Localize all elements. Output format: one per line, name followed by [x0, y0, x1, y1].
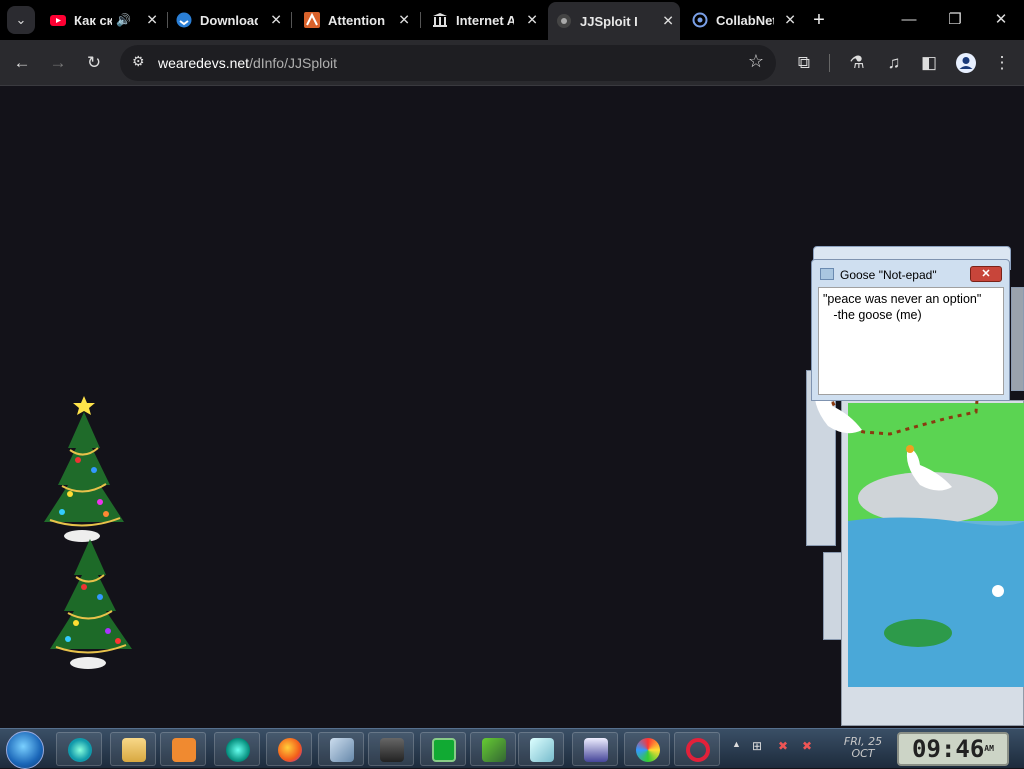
- media-control-icon[interactable]: ♫: [880, 49, 908, 77]
- youtube-icon: [50, 15, 66, 26]
- url-domain: wearedevs.net: [158, 55, 250, 71]
- taskbar-arrow-app-button[interactable]: [470, 732, 516, 766]
- address-bar[interactable]: ⚙ wearedevs.net/dInfo/JJSploit ☆: [120, 45, 776, 81]
- taskbar-opera-button[interactable]: [674, 732, 720, 766]
- taskbar-film-button[interactable]: [368, 732, 414, 766]
- attention-site-icon: [304, 12, 320, 28]
- tab-3-label: Attention: [328, 12, 386, 28]
- tab-5-close-icon[interactable]: ✕: [662, 13, 674, 30]
- scanner-icon: [584, 738, 608, 762]
- tab-separator: [291, 12, 292, 28]
- url-path: /dInfo/JJSploit: [249, 55, 337, 71]
- page-content: Goose "Not-epad" ✕ "peace was never an o…: [0, 87, 1024, 728]
- taskbar-paint-button[interactable]: [624, 732, 670, 766]
- tab-5-active[interactable]: JJSploit In ✕: [548, 2, 680, 40]
- audio-playing-icon[interactable]: 🔊: [116, 13, 131, 27]
- arrow-app-icon: [482, 738, 506, 762]
- menu-kebab-icon[interactable]: ⋮: [988, 49, 1016, 77]
- minimize-button[interactable]: —: [886, 0, 932, 40]
- start-orb-button[interactable]: [6, 731, 44, 769]
- download-site-icon: [176, 12, 192, 28]
- tab-4[interactable]: Internet A ✕: [424, 4, 544, 36]
- taskbar-orb-app-button[interactable]: [214, 732, 260, 766]
- film-icon: [380, 738, 404, 762]
- extensions-icon[interactable]: ⧉: [790, 49, 818, 77]
- clock-ampm: AM: [984, 744, 994, 753]
- folder-icon: [122, 738, 146, 762]
- tab-5-label: JJSploit In: [580, 13, 638, 29]
- taskbar-firefox-button[interactable]: [266, 732, 312, 766]
- site-info-icon[interactable]: ⚙: [132, 53, 145, 70]
- internet-explorer-icon: [68, 738, 92, 762]
- bookmark-star-icon[interactable]: ☆: [748, 51, 764, 72]
- paint-icon: [636, 738, 660, 762]
- tray-expand-icon[interactable]: ▲: [732, 739, 741, 749]
- address-url[interactable]: wearedevs.net/dInfo/JJSploit: [158, 55, 337, 71]
- taskbar-clock[interactable]: 09:46AM: [897, 732, 1009, 766]
- browser-toolbar: ← → ↻ ⚙ wearedevs.net/dInfo/JJSploit ☆ ⧉…: [0, 40, 1024, 86]
- taskbar-date[interactable]: FRI, 25 OCT: [836, 736, 890, 760]
- taskbar-ie-button[interactable]: [56, 732, 102, 766]
- taskbar-media-button[interactable]: [160, 732, 206, 766]
- notepad-title: Goose "Not-epad": [840, 268, 937, 282]
- restore-button[interactable]: ❐: [932, 0, 978, 40]
- archive-icon: [433, 13, 447, 27]
- tab-1-label: Как ск: [74, 12, 112, 28]
- labs-flask-icon[interactable]: ⚗: [843, 49, 871, 77]
- opera-icon: [686, 738, 710, 762]
- network-tray-icon[interactable]: ⊞: [752, 739, 762, 753]
- media-player-icon: [172, 738, 196, 762]
- clock-time: 09:46: [912, 735, 985, 763]
- tab-search-button[interactable]: ⌄: [7, 6, 35, 34]
- power-tray-icon[interactable]: ✖: [802, 739, 812, 753]
- forward-arrow-icon[interactable]: →: [44, 49, 72, 77]
- jjsploit-icon: [557, 14, 571, 28]
- goose-window-edge: [1011, 287, 1024, 391]
- taskbar-scanner-button[interactable]: [572, 732, 618, 766]
- taskbar-control-panel-button[interactable]: [318, 732, 364, 766]
- tab-3[interactable]: Attention ✕: [296, 4, 416, 36]
- goose-notepad-window[interactable]: Goose "Not-epad" ✕ "peace was never an o…: [811, 259, 1010, 401]
- taskbar-terminal-button[interactable]: [420, 732, 466, 766]
- christmas-tree-icon: [50, 539, 132, 669]
- tab-strip: ⌄ Как ск 🔊 ✕ Download ✕ Attention ✕ Inte…: [0, 0, 1024, 40]
- toolbar-divider: [829, 54, 830, 72]
- volume-muted-tray-icon[interactable]: ✖: [778, 739, 788, 753]
- tab-1-close-icon[interactable]: ✕: [146, 12, 158, 29]
- control-panel-icon: [330, 738, 354, 762]
- taskbar: ▲ ⊞ ✖ ✖ FRI, 25 OCT 09:46AM: [0, 728, 1024, 769]
- taskbar-paper-button[interactable]: [518, 732, 564, 766]
- notepad-icon: [820, 268, 834, 280]
- tab-4-close-icon[interactable]: ✕: [526, 12, 538, 29]
- notepad-close-button[interactable]: ✕: [970, 266, 1002, 282]
- firefox-icon: [278, 738, 302, 762]
- tab-1[interactable]: Как ск 🔊 ✕: [42, 4, 164, 36]
- tab-2-label: Download: [200, 12, 258, 28]
- tab-6-label: CollabNet: [716, 12, 774, 28]
- tab-6[interactable]: CollabNet ✕: [684, 4, 802, 36]
- collabnet-icon: [692, 12, 708, 28]
- teal-orb-icon: [226, 738, 250, 762]
- close-window-button[interactable]: ✕: [978, 0, 1024, 40]
- side-panel-icon[interactable]: ◧: [915, 49, 943, 77]
- tab-6-close-icon[interactable]: ✕: [784, 12, 796, 29]
- tab-3-close-icon[interactable]: ✕: [398, 12, 410, 29]
- taskbar-explorer-button[interactable]: [110, 732, 156, 766]
- date-month: OCT: [851, 747, 875, 760]
- tab-separator: [420, 12, 421, 28]
- paper-icon: [530, 738, 554, 762]
- back-arrow-icon[interactable]: ←: [8, 49, 36, 77]
- notepad-text-area[interactable]: "peace was never an option" -the goose (…: [818, 287, 1004, 395]
- goose-window-back[interactable]: [823, 552, 843, 640]
- terminal-icon: [432, 738, 456, 762]
- christmas-tree-icon: [44, 396, 124, 542]
- new-tab-button[interactable]: +: [808, 6, 830, 34]
- tab-2-close-icon[interactable]: ✕: [270, 12, 282, 29]
- profile-avatar-icon[interactable]: [952, 49, 980, 77]
- reload-icon[interactable]: ↻: [80, 49, 108, 77]
- tab-4-label: Internet A: [456, 12, 514, 28]
- tab-2[interactable]: Download ✕: [168, 4, 288, 36]
